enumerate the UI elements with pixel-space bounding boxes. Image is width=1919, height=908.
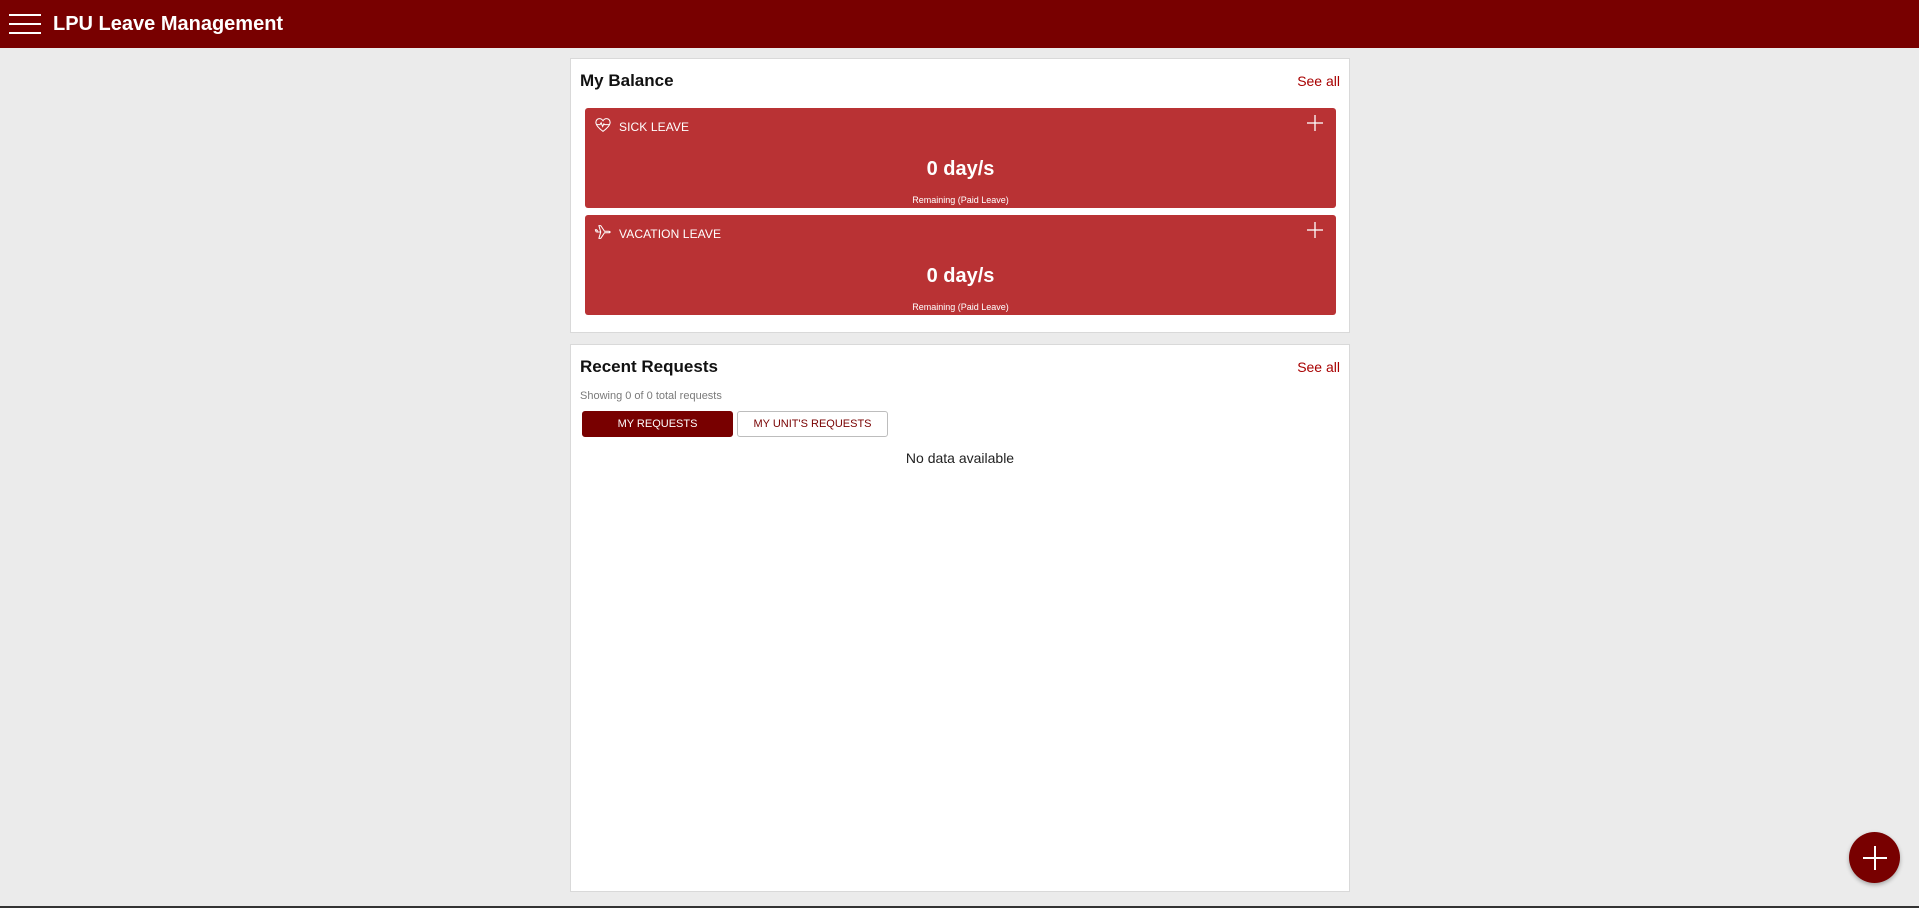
app-title: LPU Leave Management [53, 12, 284, 35]
vacation-leave-subtitle: Remaining (Paid Leave) [912, 302, 1009, 312]
sick-leave-card[interactable]: SICK LEAVE 0 day/s Remaining (Paid Leave… [585, 108, 1336, 208]
hamburger-menu-icon[interactable] [9, 14, 41, 34]
recent-requests-panel: Recent Requests See all Showing 0 of 0 t… [570, 344, 1350, 892]
tab-my-units-requests[interactable]: MY UNIT'S REQUESTS [737, 411, 888, 437]
vacation-leave-days: 0 day/s [926, 265, 995, 287]
requests-header: Recent Requests See all [580, 357, 1340, 377]
new-request-fab[interactable] [1849, 832, 1900, 883]
airplane-icon [594, 225, 611, 239]
requests-see-all-link[interactable]: See all [1297, 359, 1340, 375]
requests-title: Recent Requests [580, 357, 718, 376]
balance-see-all-link[interactable]: See all [1297, 73, 1340, 89]
tab-my-requests[interactable]: MY REQUESTS [582, 411, 733, 437]
my-balance-panel: My Balance See all SICK LEAVE 0 day/s Re… [570, 58, 1350, 333]
heartbeat-icon [595, 118, 611, 133]
requests-count-text: Showing 0 of 0 total requests [580, 390, 722, 402]
balance-title: My Balance [580, 71, 674, 90]
vacation-leave-card[interactable]: VACATION LEAVE 0 day/s Remaining (Paid L… [585, 215, 1336, 315]
top-app-bar: LPU Leave Management [0, 0, 1919, 48]
balance-header: My Balance See all [580, 71, 1340, 91]
plus-icon [1862, 845, 1887, 870]
sick-leave-days: 0 day/s [926, 158, 995, 180]
sick-leave-label: SICK LEAVE [619, 120, 690, 134]
requests-tabs: MY REQUESTS MY UNIT'S REQUESTS [582, 411, 888, 437]
sick-leave-subtitle: Remaining (Paid Leave) [912, 195, 1009, 205]
add-vacation-leave-icon[interactable] [1306, 221, 1324, 239]
vacation-leave-label: VACATION LEAVE [619, 227, 722, 241]
add-sick-leave-icon[interactable] [1306, 114, 1324, 132]
empty-state-text: No data available [905, 450, 1015, 466]
